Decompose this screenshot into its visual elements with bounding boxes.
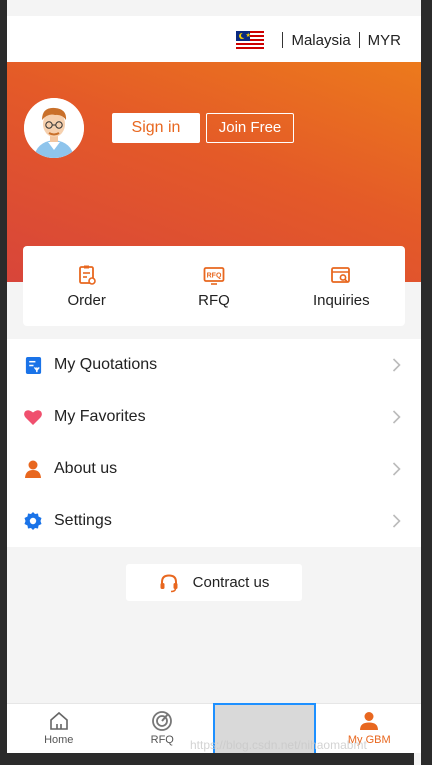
quotation-doc-icon xyxy=(23,355,43,375)
quick-rfq-label: RFQ xyxy=(198,292,230,309)
menu-item-settings[interactable]: Settings xyxy=(7,495,421,547)
avatar-illustration-icon xyxy=(24,98,84,158)
chevron-right-icon xyxy=(392,514,401,528)
menu-item-quotations[interactable]: My Quotations xyxy=(7,339,421,391)
menu-item-label: My Quotations xyxy=(54,356,158,373)
app-screen: ★ Malaysia MYR Sign in Join Free Order R… xyxy=(7,0,421,765)
divider xyxy=(358,32,360,48)
quick-order[interactable]: Order xyxy=(32,246,142,326)
malaysia-flag-icon: ★ xyxy=(236,31,265,49)
chevron-right-icon xyxy=(392,358,401,372)
inquiries-card-icon xyxy=(331,267,351,283)
nav-home-label: Home xyxy=(44,734,74,746)
join-free-button[interactable]: Join Free xyxy=(206,113,294,143)
account-menu: My Quotations My Favorites About us Sett… xyxy=(7,339,421,547)
watermark-text: https://blog.csdn.net/nihaomabmt xyxy=(190,738,367,752)
quick-inquiries[interactable]: Inquiries xyxy=(286,246,396,326)
menu-item-label: Settings xyxy=(54,512,112,529)
order-clipboard-icon xyxy=(78,265,96,285)
menu-item-label: About us xyxy=(54,460,118,477)
heart-icon xyxy=(23,407,43,427)
person-icon xyxy=(23,459,43,479)
region-bar: ★ Malaysia MYR xyxy=(7,16,421,62)
user-icon xyxy=(360,712,379,730)
quick-order-label: Order xyxy=(67,292,106,309)
avatar[interactable] xyxy=(24,98,84,158)
contact-us-button[interactable]: Contract us xyxy=(126,564,302,601)
svg-text:RFQ: RFQ xyxy=(207,273,222,280)
radar-icon xyxy=(152,711,173,731)
country-label: Malaysia xyxy=(291,31,351,49)
menu-item-label: My Favorites xyxy=(54,408,146,425)
quick-inquiries-label: Inquiries xyxy=(312,292,370,309)
chevron-right-icon xyxy=(392,410,401,424)
quick-rfq[interactable]: RFQ RFQ xyxy=(159,246,269,326)
menu-item-favorites[interactable]: My Favorites xyxy=(7,391,421,443)
gear-icon xyxy=(23,511,43,531)
currency-label: MYR xyxy=(367,31,401,49)
quick-actions-card: Order RFQ RFQ Inquiries xyxy=(23,246,405,326)
contact-us-label: Contract us xyxy=(192,574,270,591)
menu-item-about[interactable]: About us xyxy=(7,443,421,495)
home-icon xyxy=(49,711,68,730)
nav-home[interactable]: Home xyxy=(7,704,111,753)
nav-rfq-label: RFQ xyxy=(150,734,174,746)
region-selector[interactable]: ★ Malaysia MYR xyxy=(236,30,401,50)
headset-icon xyxy=(160,573,178,592)
bottom-edge xyxy=(0,753,414,765)
chevron-right-icon xyxy=(392,462,401,476)
sign-in-button[interactable]: Sign in xyxy=(112,113,200,143)
divider xyxy=(282,32,284,48)
rfq-icon: RFQ xyxy=(203,267,225,285)
